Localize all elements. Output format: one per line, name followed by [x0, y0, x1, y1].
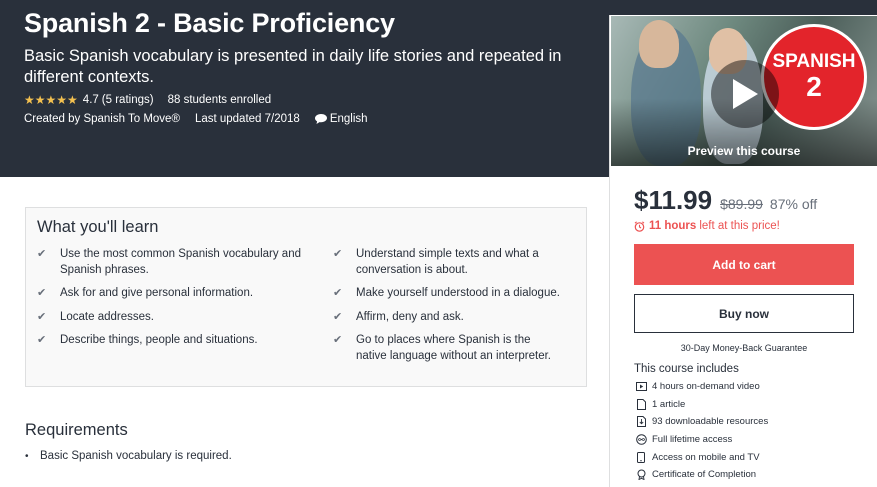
star-rating-icon: ★★★★★ — [24, 93, 78, 107]
checkmark-icon: ✔ — [333, 311, 343, 323]
learn-item: ✔ Ask for and give personal information. — [37, 287, 254, 299]
timer-text: left at this price! — [699, 220, 780, 232]
list-item: 93 downloadable resources — [634, 413, 768, 431]
language-label: English — [329, 113, 368, 125]
rating-row: ★★★★★ 4.7 (5 ratings) 88 students enroll… — [24, 93, 271, 107]
learn-item: ✔ Affirm, deny and ask. — [333, 311, 464, 323]
article-icon — [634, 397, 648, 411]
learn-item: ✔ Go to places where Spanish is the nati… — [333, 334, 551, 362]
learn-title: What you'll learn — [37, 218, 159, 236]
learn-item: ✔ Locate addresses. — [37, 311, 154, 323]
certificate-icon — [634, 468, 648, 482]
what-you-learn-box: What you'll learn ✔ Use the most common … — [25, 207, 587, 387]
students-enrolled: 88 students enrolled — [167, 94, 272, 106]
rating-value: 4.7 — [82, 94, 99, 106]
course-meta-row: Created by Spanish To Move® Last updated… — [24, 113, 368, 125]
checkmark-icon: ✔ — [37, 287, 47, 299]
learn-item: ✔ Use the most common Spanish vocabulary… — [37, 248, 301, 276]
current-price: $11.99 — [634, 185, 713, 215]
price-row: $11.99 $89.99 87% off — [634, 185, 817, 216]
price-timer: 11 hours left at this price! — [634, 220, 780, 232]
requirement-item: • Basic Spanish vocabulary is required. — [25, 450, 232, 462]
preview-label: Preview this course — [687, 144, 801, 158]
list-item: 1 article — [634, 396, 768, 414]
learn-item: ✔ Describe things, people and situations… — [37, 334, 258, 346]
last-updated: Last updated 7/2018 — [194, 113, 300, 125]
learn-item: ✔ Make yourself understood in a dialogue… — [333, 287, 560, 299]
includes-title: This course includes — [634, 363, 739, 375]
spanish-2-logo: SPANISH 2 — [761, 24, 867, 130]
course-title: Spanish 2 - Basic Proficiency — [24, 8, 395, 38]
money-back-guarantee: 30-Day Money-Back Guarantee — [680, 343, 808, 353]
bullet-icon: • — [25, 450, 29, 462]
original-price: $89.99 — [720, 196, 763, 212]
checkmark-icon: ✔ — [37, 334, 47, 346]
checkmark-icon: ✔ — [333, 287, 343, 299]
ratings-count-link[interactable]: (5 ratings) — [102, 94, 154, 106]
list-item: Access on mobile and TV — [634, 448, 768, 466]
video-icon — [634, 380, 648, 394]
speech-bubble-icon — [314, 114, 327, 124]
list-item: Full lifetime access — [634, 431, 768, 449]
list-item: 4 hours on-demand video — [634, 378, 768, 396]
infinity-icon — [634, 433, 648, 447]
checkmark-icon: ✔ — [37, 311, 47, 323]
play-icon — [733, 79, 758, 109]
course-subtitle: Basic Spanish vocabulary is presented in… — [24, 47, 562, 86]
timer-hours: 11 hours — [649, 220, 697, 232]
includes-list: 4 hours on-demand video 1 article 93 dow… — [634, 378, 768, 484]
download-icon — [634, 415, 648, 429]
learn-item: ✔ Understand simple texts and what a con… — [333, 248, 539, 276]
language-info: English — [314, 113, 368, 125]
play-button[interactable] — [711, 60, 779, 128]
alarm-clock-icon — [634, 220, 645, 232]
discount-percent: 87% off — [769, 196, 818, 212]
buy-now-button[interactable]: Buy now — [634, 294, 854, 333]
checkmark-icon: ✔ — [37, 248, 47, 260]
list-item: Certificate of Completion — [634, 466, 768, 484]
checkmark-icon: ✔ — [333, 248, 343, 260]
instructor-link[interactable]: Created by Spanish To Move® — [24, 113, 180, 125]
course-preview-video[interactable]: SPANISH 2 Preview this course — [611, 16, 877, 166]
add-to-cart-button[interactable]: Add to cart — [634, 244, 854, 285]
checkmark-icon: ✔ — [333, 334, 343, 346]
mobile-icon — [634, 450, 648, 464]
requirements-title: Requirements — [25, 421, 128, 439]
